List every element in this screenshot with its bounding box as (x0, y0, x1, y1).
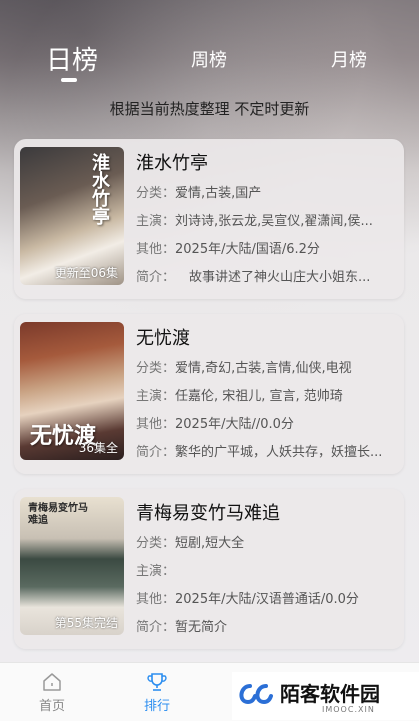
item-title: 无忧渡 (136, 328, 190, 349)
tab-daily[interactable]: 日榜 (46, 40, 98, 77)
watermark-subtext: IMOOC.XIN (322, 705, 375, 714)
nav-ranking-label: 排行 (143, 699, 170, 714)
trophy-icon (147, 673, 167, 691)
ranking-item[interactable]: 无忧渡 36集全 无忧渡 分类：爱情,奇幻,古装,言情,仙侠,电视 主演：任嘉伦… (14, 314, 404, 474)
ranking-item[interactable]: 淮水竹亭 更新至06集 淮水竹亭 分类：爱情,古装,国产 主演：刘诗诗,张云龙,… (14, 139, 404, 299)
watermark-text: 陌客软件园 (280, 682, 380, 706)
tab-weekly[interactable]: 周榜 (191, 46, 227, 72)
item-title: 淮水竹亭 (136, 153, 208, 174)
tab-monthly[interactable]: 月榜 (331, 46, 367, 72)
nav-ranking[interactable]: 排行 (127, 671, 187, 714)
poster-image: 淮水竹亭 更新至06集 (20, 147, 124, 285)
intro-row: 简介：暂无简介 (136, 620, 228, 635)
episode-badge: 更新至06集 (54, 266, 118, 280)
poster-image: 无忧渡 36集全 (20, 322, 124, 460)
ranking-subtitle: 根据当前热度整理 不定时更新 (109, 100, 310, 118)
ranking-tabs: 日榜 周榜 月榜 (0, 40, 419, 90)
active-tab-indicator (61, 78, 77, 82)
intro-row: 简介： 故事讲述了神火山庄大小姐东... (136, 270, 371, 285)
cast-row: 主演：刘诗诗,张云龙,吴宣仪,翟潇闻,侯... (136, 214, 373, 229)
cast-row: 主演：任嘉伦, 宋祖儿, 宣言, 范帅琦 (136, 389, 343, 404)
genre-row: 分类：爱情,古装,国产 (136, 186, 262, 201)
intro-row: 简介：繁华的广平城，人妖共存，妖擅长... (136, 445, 383, 460)
episode-badge: 第55集完结 (54, 616, 118, 630)
genre-row: 分类：短剧,短大全 (136, 536, 245, 551)
other-row: 其他：2025年/大陆/汉语普通话/0.0分 (136, 592, 359, 607)
ranking-item[interactable]: 青梅易变竹马难追 第55集完结 青梅易变竹马难追 分类：短剧,短大全 主演： 其… (14, 489, 404, 649)
watermark: 陌客软件园 IMOOC.XIN (232, 672, 419, 720)
other-row: 其他：2025年/大陆//0.0分 (136, 417, 294, 432)
home-icon (43, 673, 61, 691)
episode-badge: 36集全 (78, 441, 118, 455)
other-row: 其他：2025年/大陆/国语/6.2分 (136, 242, 320, 257)
poster-title-art: 淮水竹亭 (89, 153, 110, 225)
item-title: 青梅易变竹马难追 (136, 503, 280, 524)
genre-row: 分类：爱情,奇幻,古装,言情,仙侠,电视 (136, 361, 352, 376)
watermark-logo-icon (239, 684, 273, 705)
poster-title-art: 青梅易变竹马难追 (28, 503, 88, 526)
nav-home-label: 首页 (38, 699, 65, 714)
poster-image: 青梅易变竹马难追 第55集完结 (20, 497, 124, 635)
cast-row: 主演： (136, 564, 176, 579)
nav-home[interactable]: 首页 (22, 671, 82, 714)
